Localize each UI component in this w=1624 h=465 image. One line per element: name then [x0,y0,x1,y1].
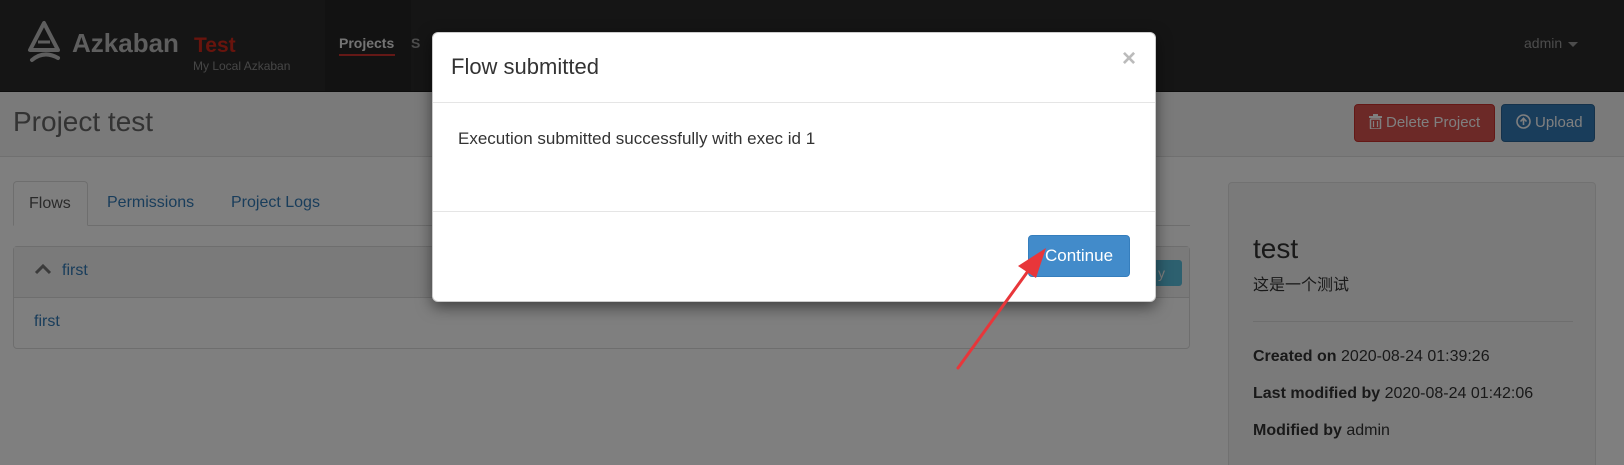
modal-title: Flow submitted [451,54,599,79]
modal-header: Flow submitted × [433,33,1155,103]
modal-body: Execution submitted successfully with ex… [433,103,1155,211]
annotation-arrow-icon [956,248,1046,370]
modal-message: Execution submitted successfully with ex… [458,129,816,148]
close-icon[interactable]: × [1122,47,1136,71]
